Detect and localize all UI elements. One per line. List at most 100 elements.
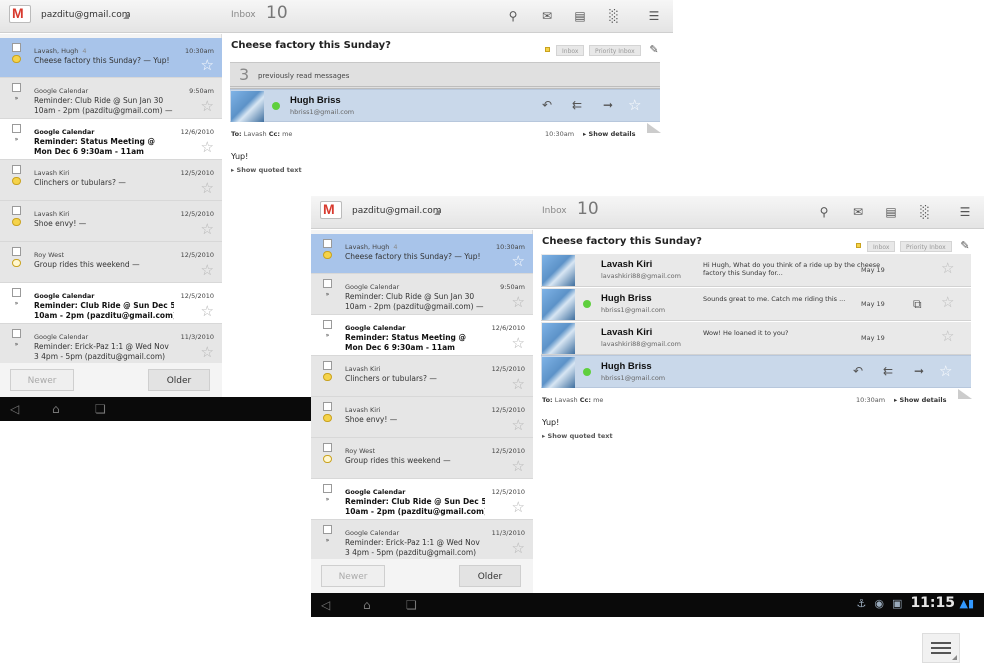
conversation-row[interactable]: » Google Calendar Reminder: Club Ride @ Su…: [0, 78, 222, 119]
newer-button[interactable]: Newer: [321, 565, 385, 587]
recent-apps-icon[interactable]: ❏: [406, 598, 417, 612]
show-quoted-text-link[interactable]: ▸ Show quoted text: [542, 432, 613, 440]
conversation-row[interactable]: » Google Calendar Reminder: Status Meeting…: [311, 315, 533, 356]
conversation-row[interactable]: » Google Calendar Reminder: Erick-Paz 1:1 …: [0, 324, 222, 365]
select-checkbox[interactable]: [12, 124, 21, 133]
star-icon[interactable]: ☆: [201, 263, 214, 278]
account-name[interactable]: pazditu@gmail.com: [41, 10, 130, 20]
select-checkbox[interactable]: [12, 247, 21, 256]
select-checkbox[interactable]: [12, 206, 21, 215]
conversation-row[interactable]: » Google Calendar Reminder: Status Meeting…: [0, 119, 222, 160]
select-checkbox[interactable]: [323, 279, 332, 288]
star-icon[interactable]: ☆: [512, 541, 525, 556]
edit-labels-icon[interactable]: ✎: [643, 40, 665, 60]
select-checkbox[interactable]: [323, 320, 332, 329]
overflow-menu-icon[interactable]: [922, 633, 960, 663]
reply-icon[interactable]: ↶: [542, 98, 552, 112]
star-icon[interactable]: ☆: [512, 500, 525, 515]
home-icon[interactable]: ⌂: [363, 598, 371, 612]
older-button[interactable]: Older: [459, 565, 521, 587]
thread-message-row[interactable]: Lavash Kiri lavashkiri88@gmail.com Wow! He…: [541, 322, 971, 355]
recent-apps-icon[interactable]: ❏: [95, 402, 106, 416]
menu-icon[interactable]: ☰: [954, 202, 976, 222]
label-inbox[interactable]: Inbox: [556, 45, 585, 56]
conversation-row[interactable]: Lavash Kiri Clinchers or tubulars? — 12/5/…: [311, 356, 533, 397]
conversation-row[interactable]: » Google Calendar Reminder: Club Ride @ Su…: [311, 274, 533, 315]
conversation-row[interactable]: Lavash Kiri Shoe envy! — 12/5/2010 ☆: [0, 201, 222, 242]
star-icon[interactable]: ☆: [512, 254, 525, 269]
conversation-row[interactable]: Lavash Kiri Shoe envy! — 12/5/2010 ☆: [311, 397, 533, 438]
conversation-row[interactable]: Lavash, Hugh 4 Cheese factory this Sunday?…: [311, 234, 533, 274]
label-priority-inbox[interactable]: Priority Inbox: [589, 45, 641, 56]
star-icon[interactable]: ☆: [512, 295, 525, 310]
previously-read-bar[interactable]: 3 previously read messages: [230, 62, 660, 89]
search-icon[interactable]: ⚲: [502, 6, 524, 26]
archive-icon[interactable]: ▤: [569, 6, 591, 26]
star-icon[interactable]: ☆: [201, 99, 214, 114]
star-icon[interactable]: ☆: [941, 329, 954, 344]
star-icon[interactable]: ☆: [512, 336, 525, 351]
reply-icon[interactable]: ↶: [853, 364, 863, 378]
select-checkbox[interactable]: [12, 83, 21, 92]
select-checkbox[interactable]: [323, 525, 332, 534]
label-priority-inbox[interactable]: Priority Inbox: [900, 241, 952, 252]
edit-labels-icon[interactable]: ✎: [954, 236, 976, 256]
select-checkbox[interactable]: [323, 484, 332, 493]
reply-all-icon[interactable]: ⇇: [572, 98, 582, 112]
thread-message-row[interactable]: Hugh Briss hbriss1@gmail.com Sounds great …: [541, 288, 971, 321]
conversation-row[interactable]: Lavash Kiri Clinchers or tubulars? — 12/5/…: [0, 160, 222, 201]
trash-icon[interactable]: ░: [603, 6, 625, 26]
newer-button[interactable]: Newer: [10, 369, 74, 391]
conversation-row[interactable]: Roy West Group rides this weekend — 12/5/2…: [311, 438, 533, 479]
trash-icon[interactable]: ░: [914, 202, 936, 222]
star-icon[interactable]: ☆: [512, 377, 525, 392]
select-checkbox[interactable]: [323, 361, 332, 370]
search-icon[interactable]: ⚲: [813, 202, 835, 222]
star-icon[interactable]: ☆: [512, 418, 525, 433]
open-message-header[interactable]: Hugh Briss hbriss1@gmail.com ↶ ⇇ ➞ ☆: [541, 355, 971, 388]
star-icon[interactable]: ☆: [939, 364, 952, 379]
forward-icon[interactable]: ➞: [603, 98, 613, 112]
select-checkbox[interactable]: [12, 165, 21, 174]
select-checkbox[interactable]: [12, 329, 21, 338]
show-quoted-text-link[interactable]: ▸ Show quoted text: [231, 166, 302, 174]
show-details-link[interactable]: ▸ Show details: [894, 396, 946, 404]
conversation-row[interactable]: » Google Calendar Reminder: Club Ride @ Su…: [311, 479, 533, 520]
star-icon[interactable]: ☆: [512, 459, 525, 474]
conversation-row[interactable]: Lavash, Hugh 4 Cheese factory this Sunday?…: [0, 38, 222, 78]
back-icon[interactable]: ◁: [321, 598, 330, 612]
conversation-row[interactable]: Roy West Group rides this weekend — 12/5/2…: [0, 242, 222, 283]
reply-all-icon[interactable]: ⇇: [883, 364, 893, 378]
star-icon[interactable]: ☆: [628, 98, 641, 113]
gmail-logo-icon[interactable]: [320, 201, 342, 219]
star-icon[interactable]: ☆: [201, 345, 214, 360]
compose-icon[interactable]: ✉: [536, 6, 558, 26]
star-icon[interactable]: ☆: [941, 261, 954, 276]
star-icon[interactable]: ☆: [201, 58, 214, 73]
select-checkbox[interactable]: [12, 288, 21, 297]
older-button[interactable]: Older: [148, 369, 210, 391]
thread-message-row[interactable]: Lavash Kiri lavashkiri88@gmail.com Hi Hugh…: [541, 254, 971, 287]
home-icon[interactable]: ⌂: [52, 402, 60, 416]
back-icon[interactable]: ◁: [10, 402, 19, 416]
star-icon[interactable]: ☆: [201, 304, 214, 319]
conversation-row[interactable]: » Google Calendar Reminder: Club Ride @ Su…: [0, 283, 222, 324]
gmail-logo-icon[interactable]: [9, 5, 31, 23]
forward-icon[interactable]: ➞: [914, 364, 924, 378]
compose-icon[interactable]: ✉: [847, 202, 869, 222]
star-icon[interactable]: ☆: [201, 222, 214, 237]
account-name[interactable]: pazditu@gmail.com: [352, 206, 441, 216]
select-checkbox[interactable]: [323, 239, 332, 248]
open-message-header[interactable]: Hugh Briss hbriss1@gmail.com ↶ ⇇ ➞ ☆: [230, 89, 660, 122]
status-area[interactable]: ⚓ ◉ ▣ 11:15 ▲▮: [857, 595, 974, 611]
label-inbox[interactable]: Inbox: [867, 241, 896, 252]
star-icon[interactable]: ☆: [201, 140, 214, 155]
select-checkbox[interactable]: [323, 443, 332, 452]
menu-icon[interactable]: ☰: [643, 6, 665, 26]
archive-icon[interactable]: ▤: [880, 202, 902, 222]
show-details-link[interactable]: ▸ Show details: [583, 130, 635, 138]
account-dropdown-icon[interactable]: [434, 209, 440, 215]
account-dropdown-icon[interactable]: [123, 13, 129, 19]
select-checkbox[interactable]: [323, 402, 332, 411]
star-icon[interactable]: ☆: [941, 295, 954, 310]
